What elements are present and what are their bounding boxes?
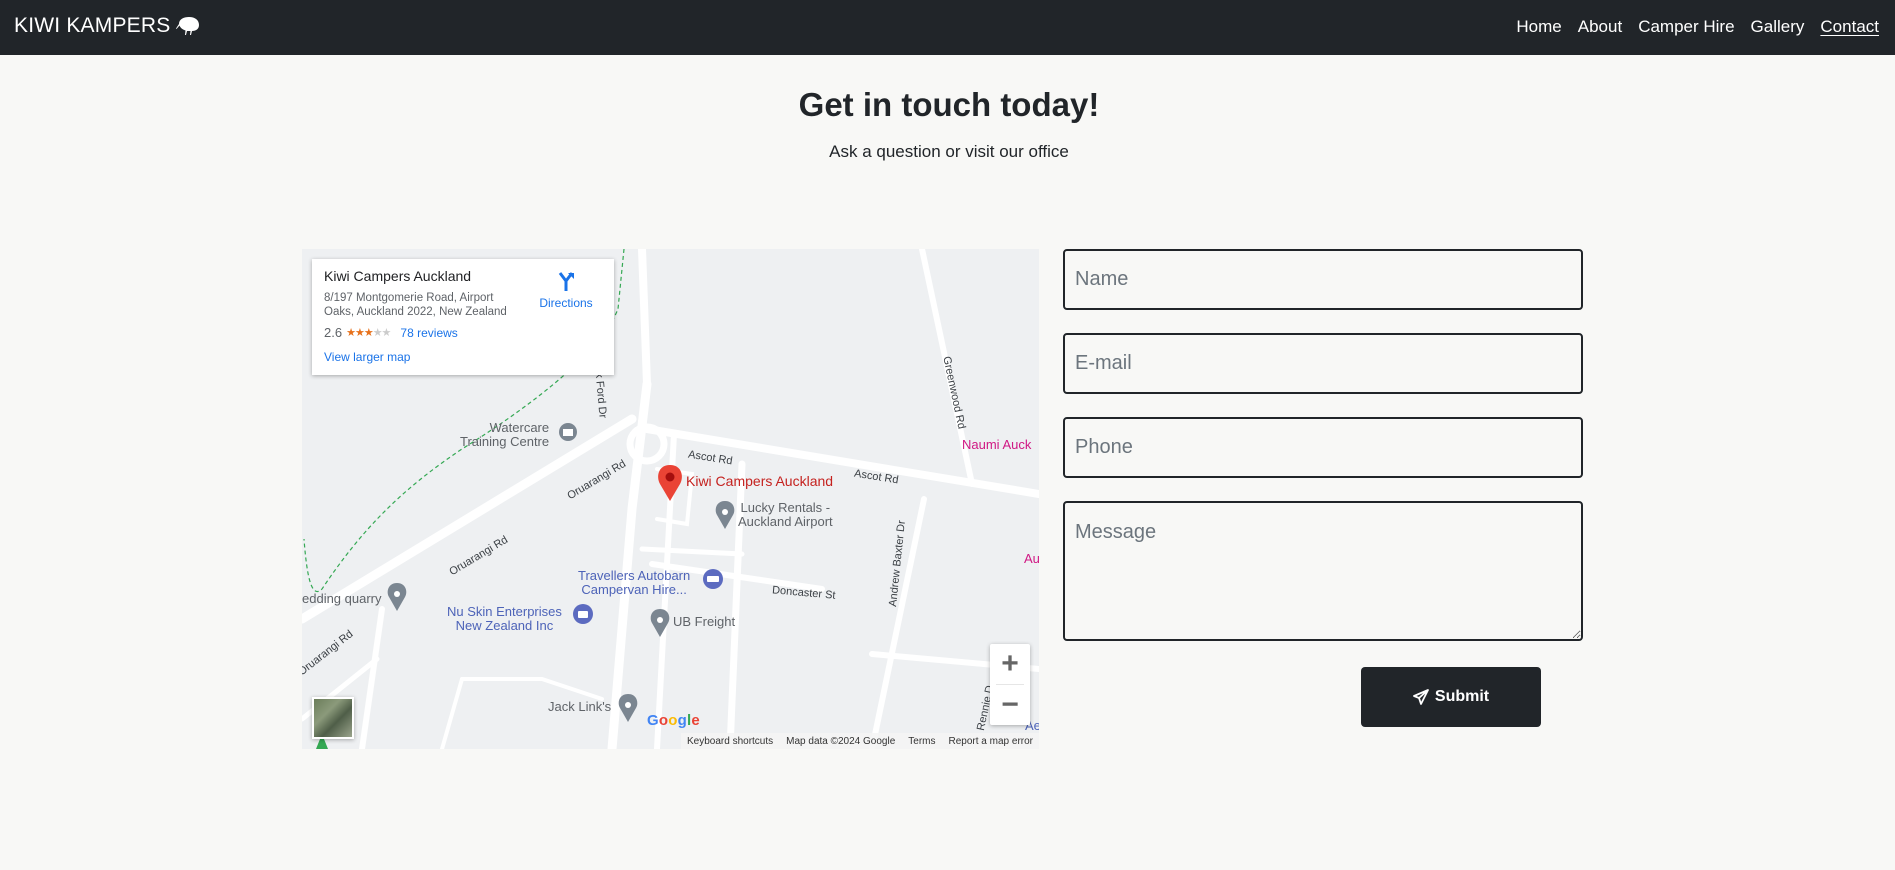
submit-button[interactable]: Submit — [1361, 667, 1541, 727]
view-larger-map-link[interactable]: View larger map — [324, 350, 410, 364]
submit-label: Submit — [1434, 688, 1490, 705]
reviews-link[interactable]: 78 reviews — [400, 326, 457, 340]
directions-icon — [558, 272, 574, 291]
map-label-quarry[interactable]: edding quarry — [302, 592, 382, 606]
nav-home[interactable]: Home — [1516, 17, 1561, 37]
directions-label: Directions — [539, 296, 593, 310]
place-address: 8/197 Montgomerie Road, Airport Oaks, Au… — [324, 292, 507, 318]
zoom-out-button[interactable]: − — [990, 685, 1030, 725]
brand-link[interactable]: KIWI KAMPERS — [14, 14, 200, 38]
terms-link[interactable]: Terms — [908, 736, 935, 747]
paper-plane-icon — [1412, 689, 1429, 705]
map-label-nu-skin[interactable]: Nu Skin Enterprises New Zealand Inc — [447, 605, 562, 633]
email-input[interactable] — [1063, 333, 1583, 394]
map-label-jack-links[interactable]: Jack Link's — [548, 700, 611, 714]
place-rating: 2.6 ★★★★★ 78 reviews — [324, 325, 602, 340]
zoom-in-button[interactable]: + — [990, 644, 1030, 684]
map-label-ub-freight[interactable]: UB Freight — [673, 615, 735, 629]
zoom-controls: + − — [990, 644, 1030, 725]
nav-contact[interactable]: Contact — [1820, 17, 1879, 37]
map-label-kiwi-campers[interactable]: Kiwi Campers Auckland — [686, 474, 833, 488]
map-label-lucky-rentals[interactable]: Lucky Rentals - Auckland Airport — [738, 501, 833, 529]
rating-value: 2.6 — [324, 325, 343, 340]
brand-name: KIWI KAMPERS — [14, 14, 171, 37]
rating-stars-icon: ★★★★★ — [346, 327, 391, 339]
directions-button[interactable]: Directions — [538, 271, 594, 310]
nav-links: Home About Camper Hire Gallery Contact — [1500, 17, 1879, 37]
kiwi-bird-icon — [176, 17, 200, 35]
report-map-error-link[interactable]: Report a map error — [949, 736, 1033, 747]
map-label-travellers[interactable]: Travellers Autobarn Campervan Hire... — [578, 569, 690, 597]
name-input[interactable] — [1063, 249, 1583, 310]
place-info-card: Kiwi Campers Auckland 8/197 Montgomerie … — [312, 259, 614, 375]
map-label-naumi[interactable]: Naumi Auck — [962, 438, 1031, 452]
map-footer: Keyboard shortcuts Map data ©2024 Google… — [680, 733, 1039, 749]
phone-input[interactable] — [1063, 417, 1583, 478]
map-embed[interactable]: Watercare Training Centre Mark Ford Dr G… — [302, 249, 1039, 749]
map-label-watercare[interactable]: Watercare Training Centre — [460, 421, 549, 449]
keyboard-shortcuts-link[interactable]: Keyboard shortcuts — [687, 736, 773, 747]
message-textarea[interactable] — [1063, 501, 1583, 641]
navbar: KIWI KAMPERS Home About Camper Hire Gall… — [0, 0, 1895, 55]
nav-gallery[interactable]: Gallery — [1751, 17, 1805, 37]
google-logo: Google — [647, 712, 700, 729]
page-subtitle: Ask a question or visit our office — [829, 142, 1069, 161]
nav-about[interactable]: About — [1578, 17, 1622, 37]
map-label-au[interactable]: Au — [1024, 552, 1039, 566]
map-data-label: Map data ©2024 Google — [786, 735, 896, 747]
satellite-layer-toggle[interactable] — [312, 697, 354, 739]
nav-camper-hire[interactable]: Camper Hire — [1638, 17, 1734, 37]
page-title: Get in touch today! — [798, 86, 1100, 123]
